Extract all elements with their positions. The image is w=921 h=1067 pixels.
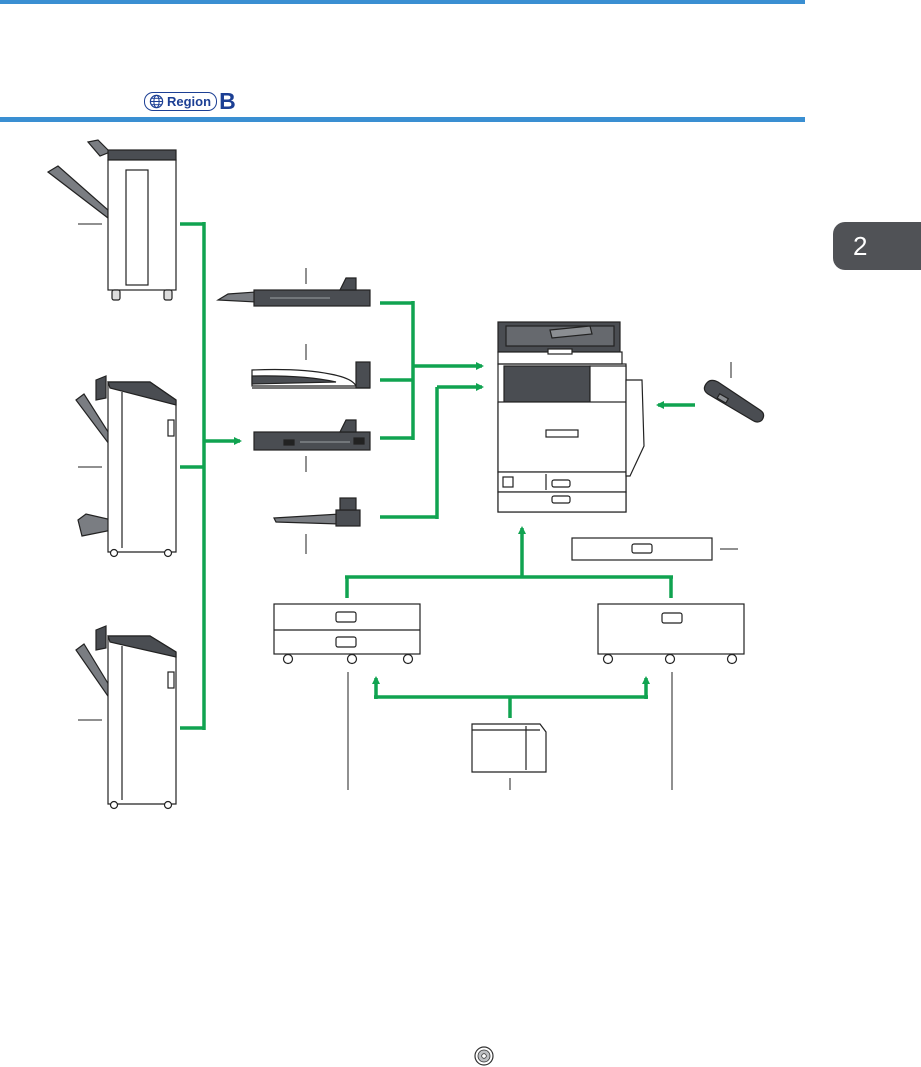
internal-options-connector (380, 301, 484, 519)
options-diagram (46, 139, 765, 810)
paper-feed-unit-left (273, 603, 421, 665)
finisher-top (46, 139, 177, 301)
internal-option-3 (253, 419, 371, 451)
finisher-bottom (75, 625, 177, 810)
lct-connector (372, 676, 650, 718)
internal-option-4 (273, 497, 361, 527)
slim-tray-option (571, 537, 713, 561)
internal-option-1 (216, 277, 371, 307)
handset-option (703, 379, 765, 423)
main-printer (497, 321, 645, 513)
disc-icon (474, 1046, 494, 1066)
finisher-middle (75, 375, 177, 558)
paper-feed-unit-right (597, 603, 745, 665)
internal-option-2 (251, 361, 371, 389)
large-capacity-tray (471, 723, 547, 773)
